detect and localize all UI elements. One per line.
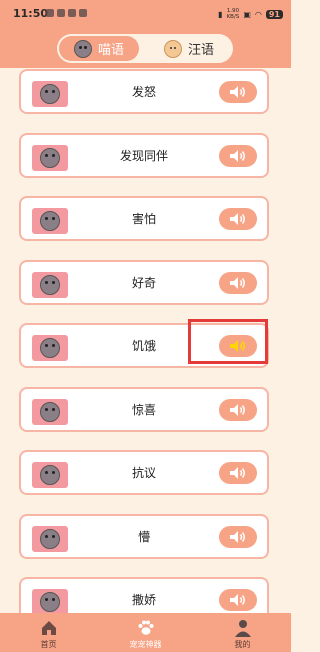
sound-card[interactable]: 害怕 (19, 196, 269, 241)
sound-label: 发怒 (131, 85, 156, 99)
sim-icon: ▣ (243, 9, 251, 19)
tab-label: 汪语 (187, 43, 214, 58)
speaker-icon (230, 86, 245, 98)
bottom-tab-bar: 首页 宠宠神器 我的 (0, 613, 291, 652)
sound-label: 懵 (137, 529, 150, 544)
sound-label: 饥饿 (131, 339, 156, 353)
cat-thumbnail (32, 81, 68, 107)
tab-label: 宠宠神器 (129, 640, 162, 649)
tab-dog-language[interactable]: 汪语 (149, 36, 229, 61)
cat-icon (40, 147, 60, 168)
sound-card[interactable]: 懵 (19, 513, 269, 559)
sound-card[interactable]: 好奇 (19, 259, 269, 305)
tab-label: 喵语 (97, 43, 124, 58)
cat-thumbnail (32, 144, 68, 171)
sound-card[interactable]: 发现同伴 (19, 132, 269, 178)
notification-icons (46, 9, 87, 17)
person-icon (234, 620, 251, 637)
cat-icon (40, 592, 60, 612)
tab-home[interactable]: 首页 (0, 613, 97, 652)
cat-thumbnail (32, 208, 68, 234)
status-right: ▮ 1.90 KB/S ▣ ◠ 91 (218, 8, 283, 20)
header: 喵语 汪语 (0, 30, 291, 68)
play-sound-button[interactable] (219, 335, 257, 357)
play-sound-button[interactable] (219, 589, 257, 611)
play-sound-button[interactable] (219, 398, 257, 421)
cat-icon (40, 338, 60, 358)
speaker-icon (230, 530, 245, 543)
tab-mine[interactable]: 我的 (194, 613, 291, 652)
play-sound-button[interactable] (219, 525, 257, 548)
sound-card[interactable]: 抗议 (19, 450, 269, 495)
cat-icon (40, 465, 60, 485)
tab-label: 我的 (234, 640, 251, 649)
home-icon (41, 621, 56, 635)
notification-icon (79, 9, 87, 17)
status-bar: 11:50 ▮ 1.90 KB/S ▣ ◠ 91 (0, 0, 291, 30)
sound-list[interactable]: 发怒发现同伴害怕好奇饥饿惊喜抗议懵撒娇 (0, 68, 291, 613)
speaker-icon (230, 213, 245, 225)
play-sound-button[interactable] (219, 462, 257, 484)
cat-thumbnail (32, 271, 68, 298)
sound-card[interactable]: 发怒 (19, 69, 269, 114)
sound-label: 撒娇 (131, 593, 156, 607)
cat-thumbnail (32, 462, 68, 488)
speaker-icon (230, 594, 245, 606)
notification-icon (68, 9, 76, 17)
cat-icon (73, 39, 92, 58)
status-time: 11:50 (13, 7, 49, 20)
dog-icon (163, 39, 182, 58)
paw-icon (138, 620, 153, 635)
cat-icon (40, 528, 60, 549)
speaker-icon (230, 149, 245, 162)
tab-cat-language[interactable]: 喵语 (59, 36, 139, 61)
cat-icon (40, 274, 60, 295)
play-sound-button[interactable] (219, 81, 257, 103)
speaker-icon (230, 467, 245, 479)
sound-label: 抗议 (131, 466, 156, 480)
tab-label: 首页 (40, 640, 57, 649)
cat-thumbnail (32, 398, 68, 425)
sound-label: 发现同伴 (119, 148, 168, 163)
tab-pet-tool[interactable]: 宠宠神器 (97, 613, 194, 652)
play-sound-button[interactable] (219, 144, 257, 167)
notification-icon (57, 9, 65, 17)
speaker-icon (230, 340, 245, 352)
battery-indicator: 91 (265, 9, 283, 19)
sound-card[interactable]: 撒娇 (19, 577, 269, 613)
cat-icon (40, 401, 60, 422)
cat-icon (40, 84, 60, 104)
notification-icon (46, 9, 54, 17)
speaker-icon (230, 276, 245, 289)
sound-label: 好奇 (131, 275, 156, 290)
cat-thumbnail (32, 589, 68, 613)
wifi-icon: ◠ (254, 9, 262, 19)
vibrate-icon: ▮ (218, 9, 223, 19)
sound-label: 害怕 (131, 212, 156, 226)
play-sound-button[interactable] (219, 208, 257, 230)
net-speed: 1.90 KB/S (226, 8, 240, 20)
language-switch: 喵语 汪语 (57, 34, 233, 63)
cat-thumbnail (32, 335, 68, 361)
speaker-icon (230, 403, 245, 416)
play-sound-button[interactable] (219, 271, 257, 294)
sound-label: 惊喜 (131, 402, 156, 417)
sound-card[interactable]: 饥饿 (19, 323, 269, 368)
cat-thumbnail (32, 525, 68, 552)
sound-card[interactable]: 惊喜 (19, 386, 269, 432)
cat-icon (40, 211, 60, 231)
